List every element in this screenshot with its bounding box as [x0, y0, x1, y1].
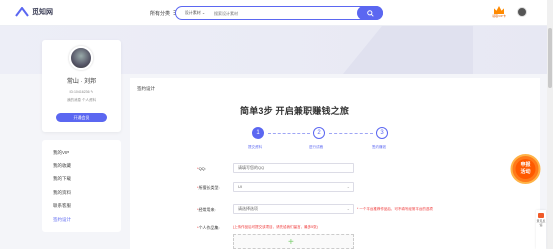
- category-label: 所有分类: [150, 11, 171, 17]
- search-box: 设计素材 ⌄: [175, 6, 383, 20]
- feedback-tool[interactable]: 意见反馈: [536, 210, 546, 249]
- type-label-text: 所擅长类型:: [198, 185, 220, 190]
- type-label: *所擅长类型:: [197, 185, 220, 191]
- logo-icon: [15, 7, 29, 17]
- works-note: (上传作品后可提交该项目，请先给我们留言，最多5张): [233, 225, 318, 229]
- type-select[interactable]: UI ⌄: [233, 182, 354, 192]
- vip-card-link[interactable]: 领取VIP卡: [492, 6, 506, 20]
- search-input[interactable]: [214, 8, 354, 18]
- sidebar-menu: 我的VIP 我的收藏 我的下载 我的资料 联系客服 签约设计: [42, 140, 121, 232]
- qq-field[interactable]: 请填写您的QQ: [233, 163, 354, 173]
- feedback-label: 意见反馈: [536, 219, 546, 227]
- search-icon: [366, 9, 374, 17]
- search-button[interactable]: [357, 6, 383, 20]
- profile-card: 常山 · 刘邦 ID:10416236 ✎ 我的消息 个人资料 开通会员: [42, 40, 121, 132]
- sidebar-item-favorites[interactable]: 我的收藏: [53, 163, 71, 169]
- open-vip-button[interactable]: 开通会员: [56, 113, 107, 122]
- page-title: 简单3步 开启兼职赚钱之旅: [240, 106, 350, 116]
- platform-select[interactable]: 请选择选项 ⌄: [233, 204, 354, 214]
- sidebar-item-downloads[interactable]: 我的下载: [53, 176, 71, 182]
- step-3-circle: 3: [376, 127, 388, 139]
- sidebar-item-profile[interactable]: 我的资料: [53, 190, 71, 196]
- type-select-value: UI: [238, 184, 242, 189]
- step-2-label: 进行试稿: [309, 145, 323, 149]
- sidebar-item-signed-design[interactable]: 签约设计: [53, 217, 71, 223]
- top-header: 觅知网 所有分类 ☰ 设计素材 ⌄ 领取VIP卡: [0, 0, 553, 26]
- sidebar-item-my-vip[interactable]: 我的VIP: [53, 150, 69, 156]
- promo-line-1: 申报: [520, 162, 531, 168]
- works-label: *个人作品集:: [197, 225, 220, 231]
- platform-label-text: 经常用来:: [198, 207, 216, 212]
- chevron-down-icon: ⌄: [346, 206, 350, 211]
- profile-name: 常山 · 刘邦: [66, 79, 97, 85]
- search-category-select[interactable]: 设计素材 ⌄: [176, 7, 214, 19]
- step-3-label: 签约赚钱: [372, 145, 386, 149]
- scrollbar-thumb[interactable]: [548, 28, 552, 88]
- sidebar-item-support[interactable]: 联系客服: [53, 203, 71, 209]
- qq-label: *QQ:: [197, 166, 206, 171]
- step-connector: [268, 133, 310, 134]
- qq-field-value: 请填写您的QQ: [238, 165, 265, 170]
- profile-id: ID:10416236 ✎: [69, 90, 94, 94]
- upload-area[interactable]: +: [233, 234, 354, 249]
- crown-icon: [494, 6, 504, 14]
- feedback-icon: [538, 213, 544, 218]
- avatar[interactable]: [517, 7, 527, 17]
- promo-badge[interactable]: 申报 活动: [510, 152, 541, 186]
- step-1-label: 提交资料: [248, 145, 262, 149]
- platform-label: *经常用来:: [197, 207, 216, 213]
- qq-label-text: QQ:: [198, 166, 206, 171]
- profile-links[interactable]: 我的消息 个人资料: [42, 98, 121, 103]
- works-label-text: 个人作品集:: [198, 225, 220, 230]
- vip-card-label: 领取VIP卡: [492, 14, 506, 18]
- breadcrumb: 签约设计: [137, 86, 155, 91]
- logo[interactable]: 觅知网: [15, 7, 53, 17]
- step-2-circle: 2: [313, 127, 325, 139]
- search-category-label: 设计素材: [184, 10, 201, 15]
- step-connector: [329, 133, 373, 134]
- platform-select-value: 请选择选项: [238, 206, 258, 211]
- promo-line-2: 活动: [520, 169, 531, 175]
- profile-avatar[interactable]: [69, 46, 93, 70]
- chevron-down-icon: ⌄: [346, 184, 350, 189]
- plus-icon: +: [288, 237, 294, 248]
- platform-note: * 一个平台推荐作品后，可不填写经常平台的选项: [357, 207, 433, 211]
- step-1-circle: 1: [252, 127, 264, 139]
- logo-text: 觅知网: [32, 9, 53, 16]
